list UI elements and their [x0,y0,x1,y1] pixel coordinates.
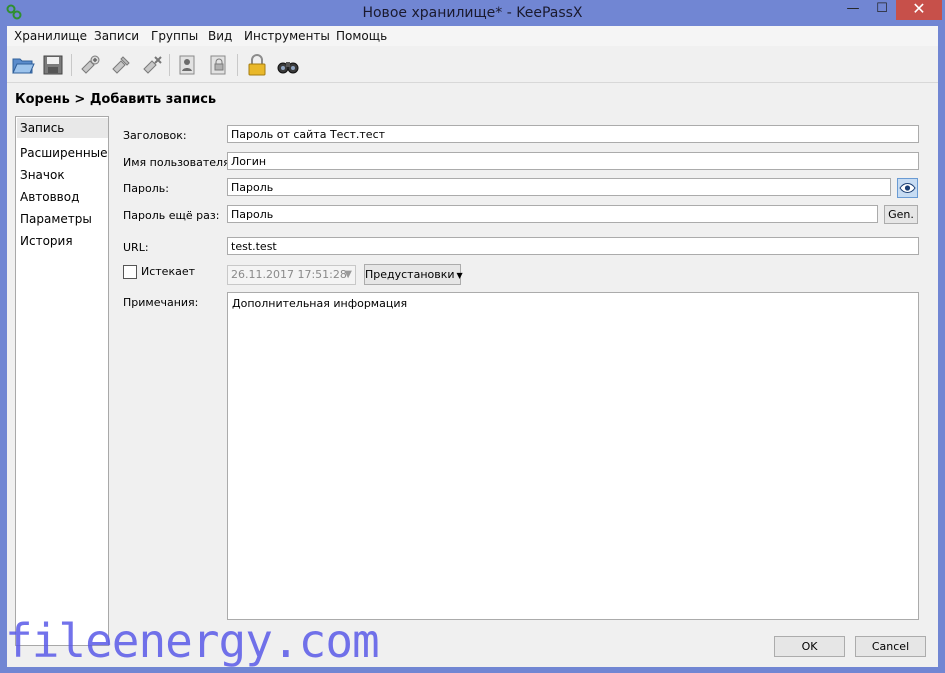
maximize-button[interactable]: ☐ [868,0,896,20]
minimize-button[interactable]: — [838,0,868,20]
watermark-text: fileenergy.com [5,614,380,668]
menu-tools[interactable]: Инструменты [244,29,330,43]
toggle-password-visibility-button[interactable] [897,178,918,198]
search-icon[interactable] [276,53,300,77]
password-input[interactable]: Пароль [227,178,891,196]
sidebar-item-properties[interactable]: Параметры [20,212,92,226]
sidebar-item-history[interactable]: История [20,234,73,248]
window-title: Новое хранилище* - KeePassX [362,5,583,21]
sidebar-item-advanced[interactable]: Расширенные [20,146,108,160]
username-input[interactable]: Логин [227,152,919,170]
menu-view[interactable]: Вид [208,29,232,43]
expires-checkbox[interactable] [123,265,137,279]
toolbar-separator [169,54,170,76]
add-entry-icon[interactable] [78,53,102,77]
menu-entries[interactable]: Записи [94,29,139,43]
toolbar-separator [237,54,238,76]
title-input[interactable]: Пароль от сайта Тест.тест [227,125,919,143]
menu-database[interactable]: Хранилище [14,29,87,43]
notes-textarea[interactable]: Дополнительная информация [227,292,919,620]
menu-help[interactable]: Помощь [336,29,387,43]
sidebar-item-entry[interactable]: Запись [17,118,108,138]
breadcrumb: Корень > Добавить запись [15,92,217,107]
main-window: Хранилище Записи Группы Вид Инструменты … [7,26,938,667]
chevron-down-icon: ▼ [344,269,352,280]
url-label: URL: [123,241,149,254]
ok-button[interactable]: OK [774,636,845,657]
presets-dropdown-button[interactable]: Предустановки ▼ [364,264,463,285]
expiry-date-input: 26.11.2017 17:51:28 ▼ [227,265,356,285]
url-input[interactable]: test.test [227,237,919,255]
generate-password-button[interactable]: Gen. [884,205,918,224]
delete-entry-icon[interactable] [140,53,164,77]
sidebar: Запись Расширенные Значок Автоввод Парам… [15,116,109,646]
username-label: Имя пользователя: [123,156,234,169]
notes-label: Примечания: [123,296,199,309]
expiry-date-value: 26.11.2017 17:51:28 [231,268,347,281]
toolbar [7,48,938,83]
eye-icon [899,183,916,193]
chevron-down-icon: ▼ [456,271,463,280]
menu-groups[interactable]: Группы [151,29,198,43]
lock-icon[interactable] [245,53,269,77]
expires-label: Истекает [141,265,196,278]
sidebar-item-autotype[interactable]: Автоввод [20,190,79,204]
title-bar: Новое хранилище* - KeePassX — ☐ ✕ [0,0,945,26]
close-button[interactable]: ✕ [896,0,942,20]
password-label: Пароль: [123,182,169,195]
edit-entry-icon[interactable] [109,53,133,77]
presets-label: Предустановки [365,268,455,281]
title-label: Заголовок: [123,129,187,142]
sidebar-item-icon[interactable]: Значок [20,168,65,182]
repeat-password-input[interactable]: Пароль [227,205,878,223]
copy-username-icon[interactable] [176,53,200,77]
open-database-icon[interactable] [11,53,35,77]
copy-password-icon[interactable] [207,53,231,77]
toolbar-separator [71,54,72,76]
menu-bar: Хранилище Записи Группы Вид Инструменты … [7,26,938,46]
repeat-password-label: Пароль ещё раз: [123,209,220,222]
cancel-button[interactable]: Cancel [855,636,926,657]
save-database-icon[interactable] [41,53,65,77]
